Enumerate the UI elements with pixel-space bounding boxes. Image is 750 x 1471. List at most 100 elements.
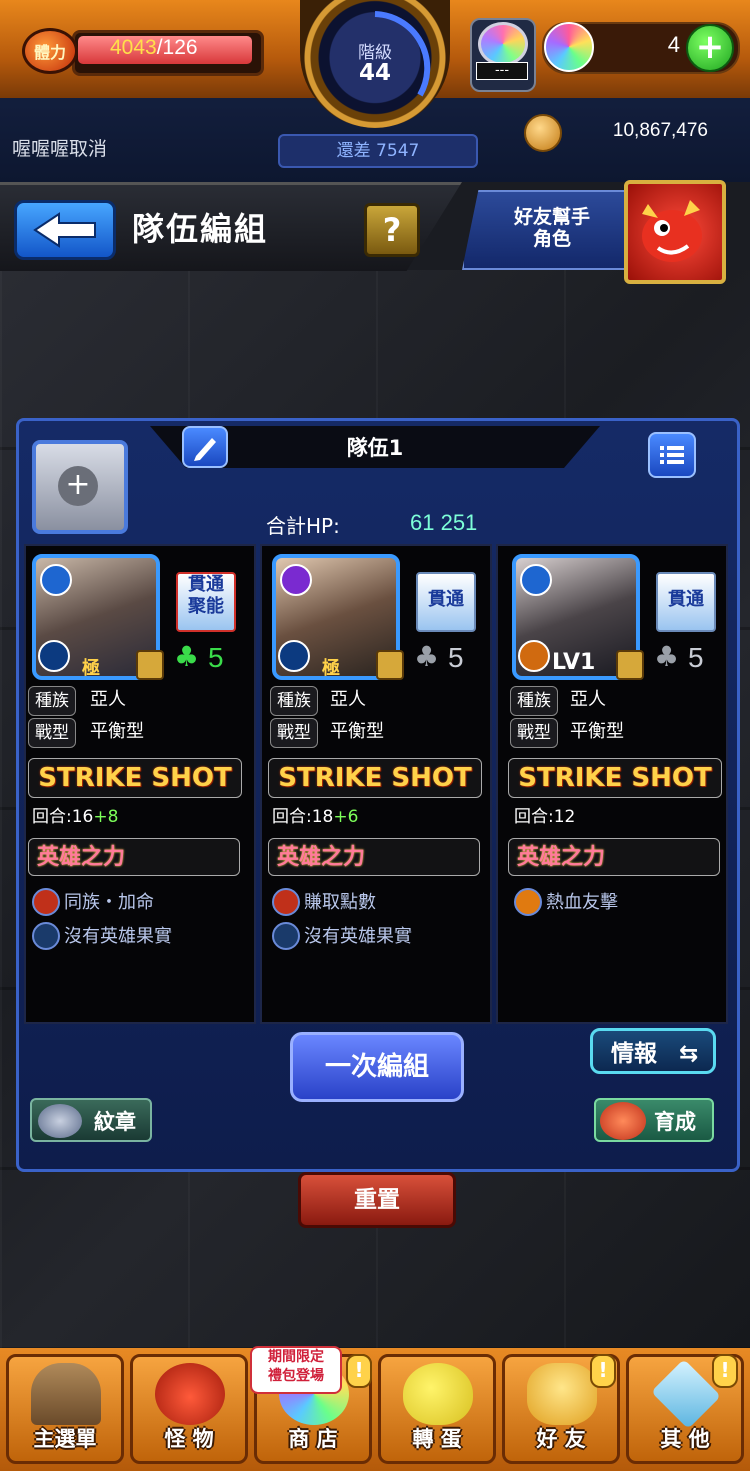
stamina-max: /126 bbox=[156, 36, 198, 59]
fire-fruit-icon bbox=[518, 640, 550, 672]
nav-gacha[interactable]: 轉 蛋 bbox=[378, 1354, 496, 1464]
member-badge-1: 極 bbox=[82, 658, 100, 679]
emblem-button[interactable]: 紋章 bbox=[30, 1098, 152, 1142]
list-icon[interactable] bbox=[648, 432, 696, 478]
fruit-name: 沒有英雄果實 bbox=[64, 926, 172, 947]
nav-label: 轉 蛋 bbox=[412, 1427, 462, 1451]
help-button[interactable]: ? bbox=[364, 203, 420, 257]
member-badge-2: 極 bbox=[322, 658, 340, 679]
gold-amount: 10,867,476 bbox=[612, 120, 708, 141]
type-value: 平衡型 bbox=[330, 721, 384, 742]
fruit-icon bbox=[32, 922, 60, 950]
luck-clover-icon: ♣ bbox=[654, 640, 680, 673]
dragon-icon bbox=[600, 1102, 646, 1140]
type-label: 戰型 bbox=[28, 718, 76, 748]
luck-clover-icon: ♣ bbox=[414, 640, 440, 673]
gem-icon bbox=[544, 22, 594, 72]
strike-shot-label[interactable]: STRIKE SHOT bbox=[28, 758, 242, 798]
swap-arrows-icon: ⇆ bbox=[679, 1041, 699, 1067]
luck-value-2: 5 bbox=[448, 642, 464, 673]
turn-count: 回合:12 bbox=[514, 807, 576, 827]
type-label: 戰型 bbox=[270, 718, 318, 748]
stamina-text: 4043/126 bbox=[110, 36, 198, 60]
lock-icon[interactable] bbox=[136, 650, 164, 680]
info-toggle-button[interactable]: 情報 ⇆ bbox=[590, 1028, 716, 1074]
fruit-icon bbox=[32, 888, 60, 916]
pencil-icon[interactable] bbox=[182, 426, 228, 468]
luck-value-3: 5 bbox=[688, 642, 704, 673]
fruit-name: 熱血友擊 bbox=[546, 892, 618, 913]
total-hp-value: 61 251 bbox=[410, 510, 478, 535]
arrow-left-icon bbox=[33, 212, 96, 248]
water-element-icon bbox=[520, 564, 552, 596]
turn-count: 回合:16+8 bbox=[32, 807, 119, 827]
gem-count: 4 bbox=[667, 32, 680, 57]
egg-icon bbox=[403, 1363, 473, 1425]
friend-helper-label: 好友幫手 角色 bbox=[513, 206, 590, 250]
train-label: 育成 bbox=[654, 1110, 696, 1134]
friends-icon bbox=[527, 1363, 597, 1425]
race-label: 種族 bbox=[510, 686, 558, 716]
fruit-name: 賺取點數 bbox=[304, 892, 376, 913]
limited-offer-badge[interactable]: 期間限定 禮包登場 bbox=[250, 1346, 342, 1394]
fruit-name: 沒有英雄果實 bbox=[304, 926, 412, 947]
total-hp-label: 合計HP: bbox=[266, 514, 340, 538]
gimmick-badge-1: 貫通 聚能 bbox=[176, 572, 236, 632]
fruit-icon bbox=[272, 888, 300, 916]
lock-icon[interactable] bbox=[376, 650, 404, 680]
nav-label: 主選單 bbox=[33, 1427, 97, 1451]
nav-label: 怪 物 bbox=[164, 1427, 214, 1451]
bulk-edit-button[interactable]: 一次編組 bbox=[290, 1032, 464, 1102]
gimmick-badge-2: 貫通 bbox=[416, 572, 476, 632]
stamina-icon: 體力 bbox=[22, 28, 78, 74]
emblem-icon bbox=[38, 1104, 82, 1138]
fruit-name: 同族・加命 bbox=[64, 892, 154, 913]
reset-button[interactable]: 重置 bbox=[298, 1172, 456, 1228]
train-button[interactable]: 育成 bbox=[594, 1098, 714, 1142]
race-value: 亞人 bbox=[570, 689, 606, 710]
orb-box-text: --- bbox=[476, 62, 528, 80]
hero-power-label[interactable]: 英雄之力 bbox=[508, 838, 720, 876]
red-dragon-icon bbox=[642, 200, 702, 262]
hero-fruit-slot-icon bbox=[278, 640, 310, 672]
alert-icon: ! bbox=[346, 1354, 372, 1388]
lock-icon[interactable] bbox=[616, 650, 644, 680]
race-label: 種族 bbox=[28, 686, 76, 716]
nav-main-menu[interactable]: 主選單 bbox=[6, 1354, 124, 1464]
other-icon bbox=[650, 1358, 722, 1430]
strike-shot-label[interactable]: STRIKE SHOT bbox=[268, 758, 482, 798]
nav-label: 好 友 bbox=[536, 1427, 586, 1451]
type-value: 平衡型 bbox=[90, 721, 144, 742]
orb-icon bbox=[478, 22, 528, 66]
username: 喔喔喔取消 bbox=[12, 138, 108, 160]
gate-icon bbox=[31, 1363, 101, 1425]
fruit-icon bbox=[514, 888, 542, 916]
monster-icon bbox=[155, 1363, 225, 1425]
friend-helper-avatar[interactable] bbox=[624, 180, 726, 284]
alert-icon: ! bbox=[590, 1354, 616, 1388]
nav-monster[interactable]: 怪 物 bbox=[130, 1354, 248, 1464]
strike-shot-label[interactable]: STRIKE SHOT bbox=[508, 758, 722, 798]
back-button[interactable] bbox=[14, 200, 116, 260]
buy-gem-button[interactable]: + bbox=[686, 24, 734, 72]
stamina-current: 4043 bbox=[110, 36, 157, 59]
alert-icon: ! bbox=[712, 1354, 738, 1388]
luck-value-1: 5 bbox=[208, 642, 224, 673]
nav-label: 商 店 bbox=[288, 1427, 338, 1451]
hero-fruit-slot-icon bbox=[38, 640, 70, 672]
hero-power-label[interactable]: 英雄之力 bbox=[268, 838, 480, 876]
rank-remaining: 還差 7547 bbox=[278, 134, 478, 168]
turn-count: 回合:18+6 bbox=[272, 807, 359, 827]
page-title: 隊伍編組 bbox=[132, 210, 269, 248]
water-element-icon bbox=[40, 564, 72, 596]
luck-clover-icon: ♣ bbox=[174, 640, 200, 673]
emblem-label: 紋章 bbox=[94, 1110, 136, 1134]
member-level-3: LV1 bbox=[552, 650, 596, 675]
nav-label: 其 他 bbox=[660, 1427, 710, 1451]
race-label: 種族 bbox=[270, 686, 318, 716]
type-value: 平衡型 bbox=[570, 721, 624, 742]
rank-value: 44 bbox=[358, 60, 391, 86]
type-label: 戰型 bbox=[510, 718, 558, 748]
hero-power-label[interactable]: 英雄之力 bbox=[28, 838, 240, 876]
gold-coin-icon bbox=[524, 114, 562, 152]
